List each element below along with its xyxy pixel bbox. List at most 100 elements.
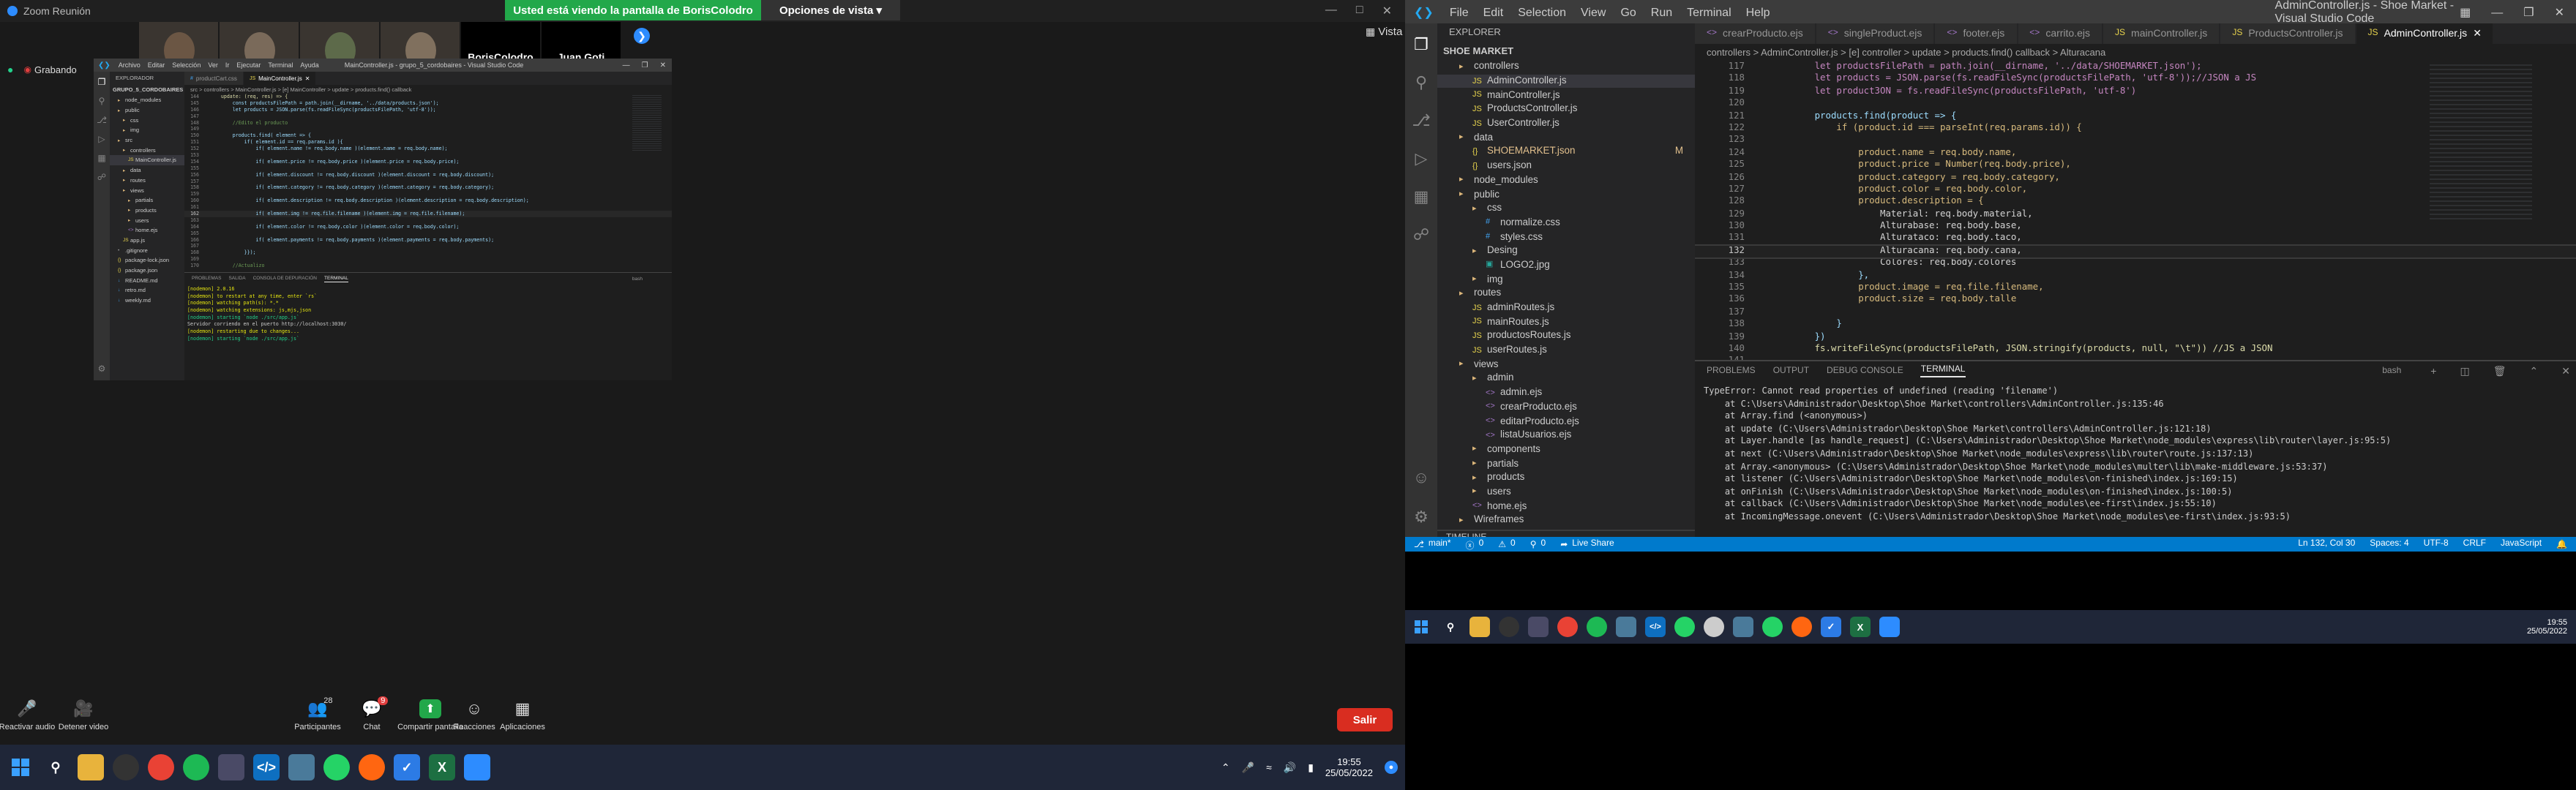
code-area[interactable]: 117 let productsFilePath = path.join(__d… — [1695, 61, 2576, 363]
warning-status[interactable]: ⚠ 0 — [1498, 539, 1515, 549]
spotify-icon[interactable] — [183, 754, 209, 780]
account-icon[interactable]: ☺ — [1409, 467, 1433, 490]
app-icon-right[interactable] — [1704, 617, 1724, 637]
close-panel-icon[interactable]: ✕ — [2561, 366, 2570, 377]
explorer-item[interactable]: ▸ public — [110, 105, 184, 116]
explorer-item[interactable]: JS MainController.js — [110, 155, 184, 165]
file-explorer-icon-right[interactable] — [1469, 617, 1490, 637]
explorer-item[interactable]: # styles.css — [1437, 230, 1695, 244]
video-button[interactable]: 🎥 Detener video — [56, 699, 111, 731]
file-explorer-icon[interactable] — [78, 754, 104, 780]
menu-item[interactable]: Ir — [222, 61, 233, 69]
breadcrumb[interactable]: controllers > AdminController.js > [e] c… — [1695, 44, 2576, 61]
explorer-item[interactable]: ▸ data — [1437, 131, 1695, 145]
menu-item[interactable]: Editar — [144, 61, 169, 69]
clock-date[interactable]: 25/05/2022 — [1325, 767, 1373, 778]
menu-item[interactable]: Run — [1644, 5, 1680, 18]
search-icon-right[interactable]: ⚲ — [1440, 617, 1461, 637]
clock-time-right[interactable]: 19:55 — [2547, 618, 2567, 627]
terminal-output[interactable]: [nodemon] 2.0.16 [nodemon] to restart at … — [184, 285, 672, 345]
extensions-icon[interactable]: ▦ — [1409, 184, 1433, 208]
todo-icon[interactable]: ✓ — [394, 754, 420, 780]
menu-item[interactable]: Go — [1613, 5, 1643, 18]
calculator-icon[interactable] — [218, 754, 244, 780]
terminal-shell-label[interactable]: bash — [2382, 367, 2401, 376]
menu-item[interactable]: Ver — [204, 61, 222, 69]
close-icon[interactable]: ✕ — [1382, 4, 1392, 18]
chrome-icon-right[interactable] — [1557, 617, 1578, 637]
restore-icon[interactable]: ❐ — [2523, 5, 2534, 18]
firefox-icon[interactable] — [359, 754, 385, 780]
explorer-item[interactable]: <> admin.ejs — [1437, 386, 1695, 400]
explorer-item[interactable]: ↓ weekly.md — [110, 296, 184, 306]
gallery-next-button[interactable]: ❯ — [634, 28, 650, 44]
explorer-item[interactable]: {} users.json — [1437, 159, 1695, 173]
explorer-item[interactable]: ▸ users — [1437, 485, 1695, 499]
battery-icon[interactable]: ▮ — [1308, 761, 1314, 774]
minimize-icon[interactable]: — — [1325, 4, 1337, 18]
explorer-item[interactable]: ▸ css — [1437, 202, 1695, 216]
search-icon[interactable]: ⚲ — [96, 95, 108, 107]
mic-muted-button[interactable]: 🎤 Reactivar audio — [0, 699, 55, 731]
menu-item[interactable]: File — [1442, 5, 1476, 18]
minimize-icon[interactable]: — — [623, 61, 630, 69]
explorer-item[interactable]: JS mainController.js — [1437, 89, 1695, 102]
explorer-item[interactable]: JS ProductsController.js — [1437, 102, 1695, 116]
source-control-icon[interactable]: ⎇ — [1409, 108, 1433, 132]
vscode-icon-right[interactable]: </> — [1645, 617, 1666, 637]
close-tab-icon[interactable]: ✕ — [305, 75, 310, 82]
tray-chevron-icon[interactable]: ⌃ — [1221, 761, 1230, 774]
status-eol[interactable]: CRLF — [2463, 540, 2486, 549]
chat-button[interactable]: 💬 9 Chat — [356, 696, 389, 731]
minimize-icon[interactable]: — — [2491, 5, 2503, 18]
slack-icon-right[interactable] — [1616, 617, 1636, 637]
explorer-item[interactable]: ↓ retro.md — [110, 285, 184, 296]
explorer-item[interactable]: ▸ node_modules — [1437, 173, 1695, 187]
explorer-item[interactable]: ▸ routes — [110, 176, 184, 186]
vscode-icon[interactable]: </> — [253, 754, 280, 780]
explorer-item[interactable]: • .gitignore — [110, 245, 184, 255]
explorer-item[interactable]: ▸ users — [110, 215, 184, 225]
explorer-item[interactable]: ▸ partials — [110, 195, 184, 206]
slack2-icon-right[interactable] — [1733, 617, 1753, 637]
split-terminal-icon[interactable]: ◫ — [2460, 366, 2469, 377]
excel-icon[interactable]: X — [429, 754, 455, 780]
view-button[interactable]: ▦ Vista — [1366, 26, 1402, 38]
explorer-item[interactable]: ▸ products — [110, 206, 184, 216]
menu-item[interactable]: Edit — [1476, 5, 1511, 18]
explorer-item[interactable]: <> home.ejs — [110, 225, 184, 236]
terminal-shell-label[interactable]: bash — [632, 276, 643, 282]
explorer-item[interactable]: <> crearProducto.ejs — [1437, 400, 1695, 414]
slack-icon[interactable] — [288, 754, 315, 780]
zoom-app-icon-right[interactable] — [1879, 617, 1900, 637]
explorer-item[interactable]: ▸ public — [1437, 187, 1695, 201]
apps-button[interactable]: ▦ Aplicaciones — [495, 699, 550, 731]
editor-tab[interactable]: JS AdminController.js ✕ — [2356, 23, 2495, 44]
explorer-item[interactable]: ▸ data — [110, 165, 184, 176]
project-name[interactable]: SHOE MARKET — [1437, 44, 1695, 60]
files-icon[interactable]: ❐ — [1409, 32, 1433, 56]
panel-tab[interactable]: TERMINAL — [1920, 366, 1966, 377]
whatsapp-icon-right[interactable] — [1674, 617, 1695, 637]
explorer-item[interactable]: ▸ routes — [1437, 287, 1695, 301]
ports-status[interactable]: ⚲ 0 — [1530, 539, 1546, 549]
calculator-icon-right[interactable] — [1528, 617, 1549, 637]
source-control-icon[interactable]: ⎇ — [96, 114, 108, 126]
add-terminal-icon[interactable]: + — [2430, 366, 2436, 377]
explorer-item[interactable]: ▸ controllers — [1437, 60, 1695, 74]
obs-icon-right[interactable] — [1499, 617, 1519, 637]
editor-tab[interactable]: <> singleProduct.ejs — [1816, 23, 1936, 44]
excel-icon-right[interactable]: X — [1850, 617, 1871, 637]
spotify-icon-right[interactable] — [1587, 617, 1607, 637]
files-icon[interactable]: ❐ — [96, 76, 108, 88]
explorer-item[interactable]: ▸ admin — [1437, 372, 1695, 385]
status-encoding[interactable]: UTF-8 — [2424, 540, 2449, 549]
menu-item[interactable]: View — [1573, 5, 1613, 18]
close-icon[interactable]: ✕ — [2555, 5, 2564, 18]
explorer-item[interactable]: <> home.ejs — [1437, 500, 1695, 514]
explorer-item[interactable]: <> listaUsuarios.ejs — [1437, 429, 1695, 443]
run-debug-icon[interactable]: ▷ — [96, 133, 108, 145]
explorer-item[interactable]: # normalize.css — [1437, 216, 1695, 230]
explorer-item[interactable]: ▸ Wireframes — [1437, 514, 1695, 527]
clock-time[interactable]: 19:55 — [1337, 756, 1361, 767]
